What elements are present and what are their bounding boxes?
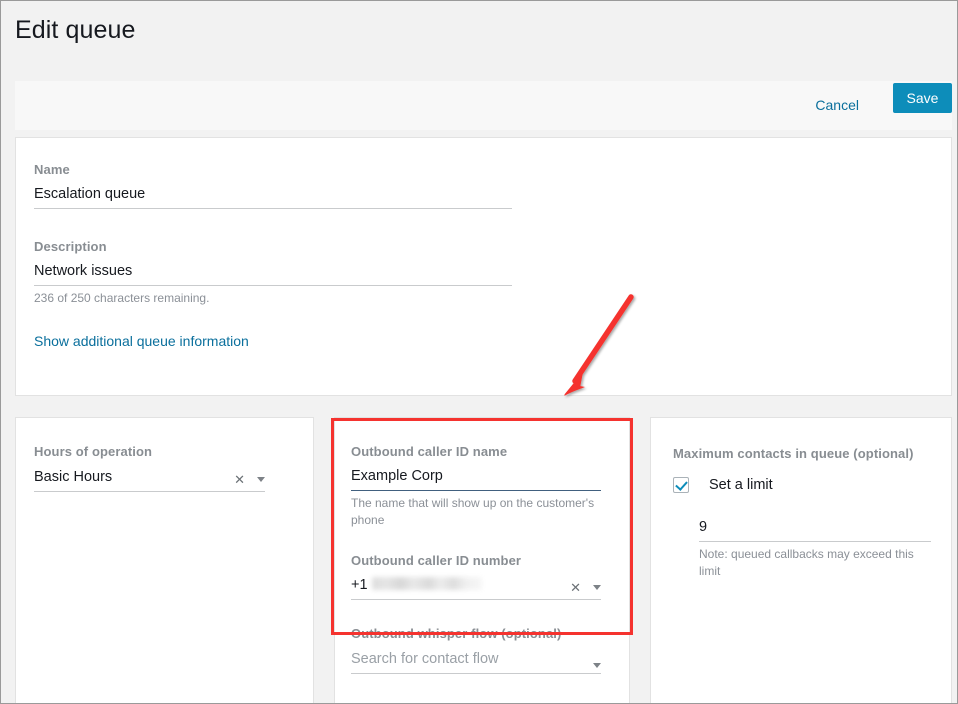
chevron-down-icon[interactable] (257, 477, 265, 482)
hours-of-operation-card: Hours of operation Basic Hours ✕ (15, 417, 314, 704)
clear-icon[interactable]: ✕ (570, 581, 581, 594)
hours-of-operation-label: Hours of operation (34, 444, 265, 459)
whisper-flow-label: Outbound whisper flow (optional) (351, 626, 601, 641)
app-window: Edit queue Cancel Save Name Escalation q… (0, 0, 958, 704)
save-button[interactable]: Save (893, 83, 952, 113)
queue-details-fields: Name Escalation queue Description Networ… (34, 162, 512, 351)
clear-icon[interactable]: ✕ (234, 473, 245, 486)
caller-id-number-label: Outbound caller ID number (351, 553, 601, 568)
hours-of-operation-select[interactable]: Basic Hours (34, 469, 265, 492)
name-input[interactable]: Escalation queue (34, 186, 512, 209)
queue-details-card: Name Escalation queue Description Networ… (15, 137, 952, 396)
caller-id-number-select[interactable]: +1 (351, 577, 601, 600)
hours-select-controls: ✕ (234, 473, 265, 486)
maximum-contacts-group: Maximum contacts in queue (optional) Set… (673, 446, 931, 580)
description-label: Description (34, 239, 512, 254)
limit-input[interactable]: 9 (699, 519, 931, 542)
chevron-down-icon[interactable] (593, 585, 601, 590)
caller-id-name-label: Outbound caller ID name (351, 444, 601, 459)
caller-id-number-prefix: +1 (351, 577, 368, 593)
show-additional-queue-information-link[interactable]: Show additional queue information (34, 333, 249, 349)
caller-id-name-input[interactable]: Example Corp (351, 468, 601, 491)
set-a-limit-checkbox[interactable] (673, 477, 689, 493)
title-bar: Edit queue (2, 2, 958, 81)
action-toolbar: Cancel Save (15, 81, 952, 130)
description-input[interactable]: Network issues (34, 263, 512, 286)
set-a-limit-label: Set a limit (709, 477, 773, 493)
caller-id-name-hint: The name that will show up on the custom… (351, 491, 601, 529)
description-field-group: Description Network issues 236 of 250 ch… (34, 239, 512, 307)
name-label: Name (34, 162, 512, 177)
set-a-limit-row[interactable]: Set a limit (673, 477, 931, 493)
outbound-caller-id-group: Outbound caller ID name Example Corp The… (351, 444, 601, 674)
cancel-button[interactable]: Cancel (811, 95, 863, 115)
character-counter: 236 of 250 characters remaining. (34, 286, 512, 307)
limit-field-group: 9 Note: queued callbacks may exceed this… (699, 519, 931, 580)
maximum-contacts-card: Maximum contacts in queue (optional) Set… (650, 417, 952, 704)
hours-of-operation-group: Hours of operation Basic Hours ✕ (34, 444, 265, 492)
whisper-flow-controls (593, 663, 601, 668)
caller-id-number-controls: ✕ (570, 581, 601, 594)
limit-note: Note: queued callbacks may exceed this l… (699, 542, 931, 580)
chevron-down-icon[interactable] (593, 663, 601, 668)
maximum-contacts-label: Maximum contacts in queue (optional) (673, 446, 931, 461)
redacted-phone-number (372, 577, 482, 590)
outbound-caller-id-card: Outbound caller ID name Example Corp The… (334, 417, 630, 704)
name-field-group: Name Escalation queue (34, 162, 512, 209)
whisper-flow-select[interactable]: Search for contact flow (351, 651, 601, 674)
page-title: Edit queue (15, 16, 136, 45)
